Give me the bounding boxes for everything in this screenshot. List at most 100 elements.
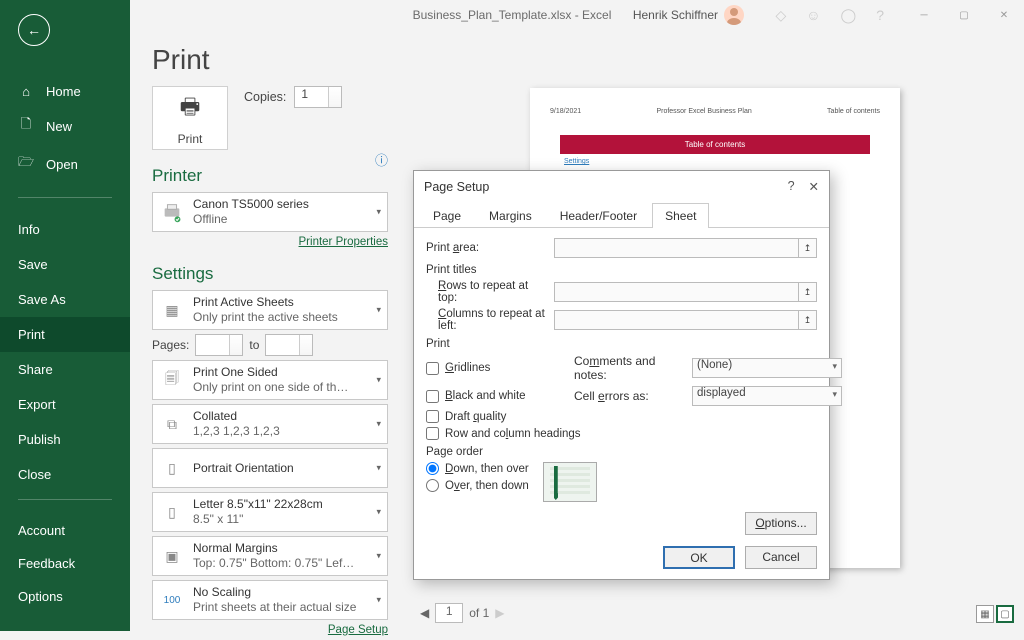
window-controls: ─ ▢ ✕ <box>904 0 1024 30</box>
printer-heading: Printer <box>152 166 388 186</box>
show-margins-toggle[interactable]: ▦ <box>976 605 994 623</box>
diamond-icon[interactable]: ◇ <box>775 7 786 24</box>
avatar-icon <box>724 5 744 25</box>
sides-select[interactable]: 🗐 Print One SidedOnly print on one side … <box>152 360 388 400</box>
range-picker-icon[interactable]: ↥ <box>798 311 816 329</box>
scaling-icon: 100 <box>159 585 185 615</box>
print-group-label: Print <box>426 338 817 350</box>
close-window-button[interactable]: ✕ <box>984 0 1024 30</box>
pager-total-label: of 1 <box>469 606 489 620</box>
account-user[interactable]: Henrik Schiffner <box>633 5 744 25</box>
print-titles-label: Print titles <box>426 264 817 276</box>
nav-export[interactable]: Export <box>0 387 130 422</box>
gridlines-checkbox[interactable]: Gridlines <box>426 362 566 375</box>
preview-title: Table of contents <box>560 135 870 154</box>
portrait-icon: ▯ <box>159 453 185 483</box>
sheet-icon: ▦ <box>159 295 185 325</box>
doc-title: Business_Plan_Template.xlsx - Excel <box>413 8 612 22</box>
copies-label: Copies: <box>244 90 286 104</box>
info-icon[interactable]: ⓘ <box>375 150 388 169</box>
home-icon: ⌂ <box>18 84 34 99</box>
draft-quality-checkbox[interactable]: Draft quality <box>426 410 566 423</box>
ok-button[interactable]: OK <box>663 546 735 569</box>
copies-stepper[interactable]: 1▲▼ <box>294 86 342 108</box>
maximize-button[interactable]: ▢ <box>944 0 984 30</box>
pager-prev-button[interactable]: ◀ <box>420 606 429 620</box>
user-icon[interactable]: ◯ <box>841 7 857 24</box>
nav-share[interactable]: Share <box>0 352 130 387</box>
nav-options[interactable]: Options <box>0 580 130 613</box>
minimize-button[interactable]: ─ <box>904 0 944 30</box>
pager-next-button[interactable]: ▶ <box>495 606 504 620</box>
tab-margins[interactable]: Margins <box>476 203 545 228</box>
rows-repeat-label: Rows to repeat at top: <box>426 280 546 304</box>
backstage-sidebar: ← ⌂Home 🗋New 🗁Open Info Save Save As Pri… <box>0 0 130 631</box>
dialog-tabs: Page Margins Header/Footer Sheet <box>414 202 829 228</box>
collated-select[interactable]: ⧉ Collated1,2,3 1,2,3 1,2,3 <box>152 404 388 444</box>
nav-print[interactable]: Print <box>0 317 130 352</box>
preview-pager: ◀ 1 of 1 ▶ <box>420 603 504 623</box>
black-white-checkbox[interactable]: Black and white <box>426 390 566 403</box>
nav-save[interactable]: Save <box>0 247 130 282</box>
page-order-label: Page order <box>426 446 817 458</box>
tab-header-footer[interactable]: Header/Footer <box>547 203 650 228</box>
paper-icon: ▯ <box>159 497 185 527</box>
dialog-close-button[interactable]: ✕ <box>809 179 819 194</box>
cols-repeat-input[interactable]: ↥ <box>554 310 817 330</box>
margins-select[interactable]: ▣ Normal MarginsTop: 0.75" Bottom: 0.75"… <box>152 536 388 576</box>
print-area-input[interactable]: ↥ <box>554 238 817 258</box>
nav-feedback[interactable]: Feedback <box>0 547 130 580</box>
nav-publish[interactable]: Publish <box>0 422 130 457</box>
row-col-headings-checkbox[interactable]: Row and column headings <box>426 427 842 440</box>
paper-select[interactable]: ▯ Letter 8.5"x11" 22x28cm8.5" x 11" <box>152 492 388 532</box>
nav-open[interactable]: 🗁Open <box>0 145 130 183</box>
collate-icon: ⧉ <box>159 409 185 439</box>
pages-label: Pages: <box>152 338 189 352</box>
nav-home[interactable]: ⌂Home <box>0 76 130 107</box>
page-setup-dialog: Page Setup ? ✕ Page Margins Header/Foote… <box>413 170 830 580</box>
printer-icon: 🖶 <box>180 90 201 128</box>
pager-current-input[interactable]: 1 <box>435 603 463 623</box>
face-icon[interactable]: ☺ <box>806 7 820 24</box>
cols-repeat-label: Columns to repeat at left: <box>426 308 546 332</box>
preview-center: Professor Excel Business Plan <box>656 108 751 115</box>
tab-page[interactable]: Page <box>420 203 474 228</box>
range-picker-icon[interactable]: ↥ <box>798 283 816 301</box>
back-button[interactable]: ← <box>18 14 50 46</box>
preview-link: Settings <box>564 158 880 165</box>
errors-select[interactable]: displayed <box>692 386 842 406</box>
zoom-to-page-toggle[interactable]: ▢ <box>996 605 1014 623</box>
title-bar: Business_Plan_Template.xlsx - Excel Henr… <box>0 0 1024 30</box>
cancel-button[interactable]: Cancel <box>745 546 817 569</box>
title-icons: ◇ ☺ ◯ ? <box>775 7 884 24</box>
rows-repeat-input[interactable]: ↥ <box>554 282 817 302</box>
errors-label: Cell errors as: <box>574 389 684 403</box>
tab-sheet[interactable]: Sheet <box>652 203 709 228</box>
down-over-radio[interactable]: Down, then over <box>426 462 529 475</box>
print-button[interactable]: 🖶 Print <box>152 86 228 150</box>
folder-icon: 🗁 <box>18 153 34 175</box>
comments-label: Comments and notes: <box>574 354 684 382</box>
orientation-select[interactable]: ▯ Portrait Orientation <box>152 448 388 488</box>
nav-save-as[interactable]: Save As <box>0 282 130 317</box>
pages-to-stepper[interactable]: ▲▼ <box>265 334 313 356</box>
page-setup-link[interactable]: Page Setup <box>152 624 388 636</box>
printer-select[interactable]: Canon TS5000 series Offline <box>152 192 388 232</box>
over-down-radio[interactable]: Over, then down <box>426 479 529 492</box>
page-order-diagram <box>543 462 597 502</box>
nav-info[interactable]: Info <box>0 212 130 247</box>
pages-from-stepper[interactable]: ▲▼ <box>195 334 243 356</box>
comments-select[interactable]: (None) <box>692 358 842 378</box>
scaling-select[interactable]: 100 No ScalingPrint sheets at their actu… <box>152 580 388 620</box>
settings-heading: Settings <box>152 264 388 284</box>
help-icon[interactable]: ? <box>876 7 884 24</box>
doc-icon: 🗋 <box>18 115 34 137</box>
nav-new[interactable]: 🗋New <box>0 107 130 145</box>
print-what-select[interactable]: ▦ Print Active SheetsOnly print the acti… <box>152 290 388 330</box>
dialog-help-button[interactable]: ? <box>788 179 795 194</box>
range-picker-icon[interactable]: ↥ <box>798 239 816 257</box>
printer-properties-link[interactable]: Printer Properties <box>152 236 388 248</box>
nav-account[interactable]: Account <box>0 514 130 547</box>
dialog-title: Page Setup <box>424 180 489 194</box>
options-button[interactable]: Options... <box>745 512 817 535</box>
